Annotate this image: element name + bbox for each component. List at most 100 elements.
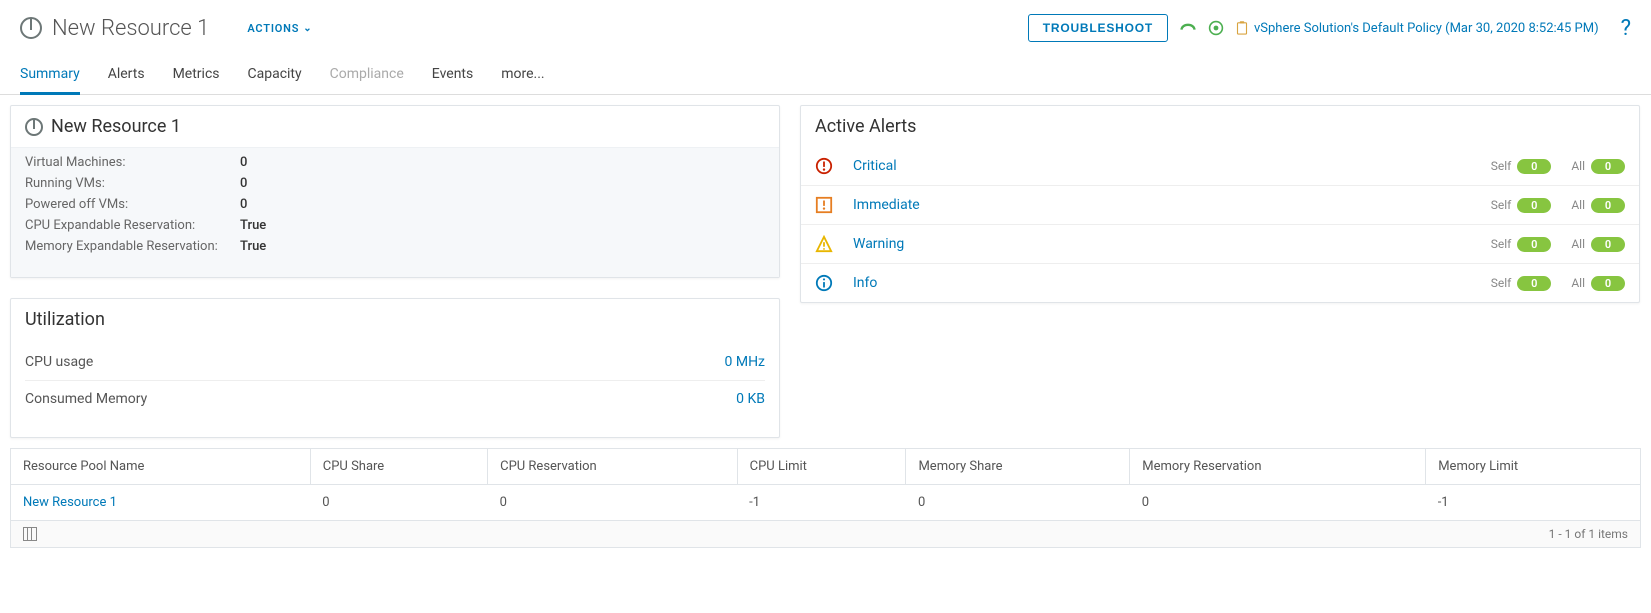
all-label: All bbox=[1571, 237, 1585, 251]
all-label: All bbox=[1571, 276, 1585, 290]
prop-label: Virtual Machines: bbox=[25, 155, 240, 170]
col-resource-pool-name[interactable]: Resource Pool Name bbox=[11, 449, 310, 485]
info-icon bbox=[815, 274, 833, 292]
prop-value: 0 bbox=[240, 155, 247, 170]
self-label: Self bbox=[1491, 237, 1512, 251]
policy-text: vSphere Solution's Default Policy (Mar 3… bbox=[1254, 21, 1599, 36]
chevron-down-icon: ⌄ bbox=[303, 23, 312, 34]
alert-all-group: All 0 bbox=[1571, 237, 1625, 252]
cell-resource-name-link[interactable]: New Resource 1 bbox=[11, 485, 310, 521]
prop-label: CPU Expandable Reservation: bbox=[25, 218, 240, 233]
tab-capacity[interactable]: Capacity bbox=[248, 58, 302, 95]
status-ok-icon bbox=[1208, 20, 1224, 36]
self-label: Self bbox=[1491, 276, 1512, 290]
col-memory-share[interactable]: Memory Share bbox=[906, 449, 1130, 485]
cell-cpu-limit: -1 bbox=[737, 485, 906, 521]
utilization-row: CPU usage 0 MHz bbox=[25, 344, 765, 381]
resource-pool-icon bbox=[25, 118, 43, 136]
page-header: New Resource 1 ACTIONS ⌄ TROUBLESHOOT vS… bbox=[0, 0, 1651, 50]
all-label: All bbox=[1571, 159, 1585, 173]
actions-dropdown[interactable]: ACTIONS ⌄ bbox=[247, 22, 312, 35]
help-icon[interactable]: ? bbox=[1621, 16, 1631, 41]
tab-metrics[interactable]: Metrics bbox=[173, 58, 220, 95]
self-count-badge: 0 bbox=[1517, 276, 1551, 291]
alert-info-link[interactable]: Info bbox=[853, 275, 1471, 291]
tab-events[interactable]: Events bbox=[432, 58, 473, 95]
alert-warning-link[interactable]: Warning bbox=[853, 236, 1471, 252]
active-alerts-body: Critical Self 0 All 0 Immediate Self 0 All 0… bbox=[801, 147, 1639, 302]
prop-row: Memory Expandable Reservation:True bbox=[25, 236, 765, 257]
left-column: New Resource 1 Virtual Machines:0 Runnin… bbox=[10, 105, 780, 438]
alert-immediate-link[interactable]: Immediate bbox=[853, 197, 1471, 213]
prop-value: True bbox=[240, 239, 266, 254]
active-alerts-title: Active Alerts bbox=[801, 106, 1639, 147]
prop-row: Running VMs:0 bbox=[25, 173, 765, 194]
alert-all-group: All 0 bbox=[1571, 159, 1625, 174]
all-count-badge: 0 bbox=[1591, 159, 1625, 174]
col-memory-limit[interactable]: Memory Limit bbox=[1426, 449, 1640, 485]
summary-card: New Resource 1 Virtual Machines:0 Runnin… bbox=[10, 105, 780, 278]
critical-icon bbox=[815, 157, 833, 175]
prop-row: CPU Expandable Reservation:True bbox=[25, 215, 765, 236]
header-right: TROUBLESHOOT vSphere Solution's Default … bbox=[1028, 14, 1631, 42]
tab-more[interactable]: more... bbox=[501, 58, 544, 95]
prop-label: Memory Expandable Reservation: bbox=[25, 239, 240, 254]
column-picker-icon[interactable] bbox=[23, 527, 37, 541]
alert-self-group: Self 0 bbox=[1491, 198, 1552, 213]
col-cpu-limit[interactable]: CPU Limit bbox=[737, 449, 906, 485]
prop-value: 0 bbox=[240, 176, 247, 191]
alert-row-immediate: Immediate Self0 All0 bbox=[801, 185, 1639, 224]
tab-summary[interactable]: Summary bbox=[20, 58, 80, 95]
tab-compliance: Compliance bbox=[330, 58, 404, 95]
active-alerts-card: Active Alerts Critical Self 0 All 0 Immedi… bbox=[800, 105, 1640, 303]
all-count-badge: 0 bbox=[1591, 198, 1625, 213]
prop-value: 0 bbox=[240, 197, 247, 212]
actions-label: ACTIONS bbox=[247, 22, 299, 35]
prop-label: Running VMs: bbox=[25, 176, 240, 191]
table-row[interactable]: New Resource 1 0 0 -1 0 0 -1 bbox=[11, 485, 1640, 521]
cell-cpu-share: 0 bbox=[310, 485, 487, 521]
cell-mem-share: 0 bbox=[906, 485, 1130, 521]
pagination-text: 1 - 1 of 1 items bbox=[1549, 527, 1628, 541]
self-count-badge: 0 bbox=[1517, 237, 1551, 252]
tab-alerts[interactable]: Alerts bbox=[108, 58, 145, 95]
util-label: CPU usage bbox=[25, 354, 93, 370]
alert-self-group: Self 0 bbox=[1491, 159, 1552, 174]
col-cpu-share[interactable]: CPU Share bbox=[310, 449, 487, 485]
utilization-card-title: Utilization bbox=[11, 299, 779, 340]
summary-card-body: Virtual Machines:0 Running VMs:0 Powered… bbox=[11, 147, 779, 277]
policy-link[interactable]: vSphere Solution's Default Policy (Mar 3… bbox=[1236, 20, 1599, 36]
header-left: New Resource 1 ACTIONS ⌄ bbox=[20, 16, 1028, 41]
prop-label: Powered off VMs: bbox=[25, 197, 240, 212]
cell-mem-res: 0 bbox=[1130, 485, 1426, 521]
summary-card-header: New Resource 1 bbox=[11, 106, 779, 147]
utilization-row: Consumed Memory 0 KB bbox=[25, 381, 765, 417]
self-count-badge: 0 bbox=[1517, 159, 1551, 174]
alert-self-group: Self 0 bbox=[1491, 276, 1552, 291]
resource-pool-icon bbox=[20, 17, 42, 39]
col-memory-reservation[interactable]: Memory Reservation bbox=[1130, 449, 1426, 485]
page-title: New Resource 1 bbox=[52, 16, 209, 41]
self-label: Self bbox=[1491, 159, 1512, 173]
alert-critical-link[interactable]: Critical bbox=[853, 158, 1471, 174]
self-count-badge: 0 bbox=[1517, 198, 1551, 213]
immediate-icon bbox=[815, 196, 833, 214]
alert-row-warning: Warning Self 0 All 0 bbox=[801, 224, 1639, 263]
alert-self-group: Self 0 bbox=[1491, 237, 1552, 252]
all-count-badge: 0 bbox=[1591, 276, 1625, 291]
cell-mem-limit: -1 bbox=[1426, 485, 1640, 521]
table-footer: 1 - 1 of 1 items bbox=[11, 520, 1640, 547]
warning-icon bbox=[815, 235, 833, 253]
alert-row-critical: Critical Self 0 All 0 bbox=[801, 147, 1639, 185]
prop-row: Powered off VMs:0 bbox=[25, 194, 765, 215]
alert-all-group: All 0 bbox=[1571, 276, 1625, 291]
util-value-link[interactable]: 0 KB bbox=[736, 391, 765, 407]
prop-row: Virtual Machines:0 bbox=[25, 152, 765, 173]
resource-pool-table: Resource Pool Name CPU Share CPU Reserva… bbox=[10, 448, 1641, 548]
col-cpu-reservation[interactable]: CPU Reservation bbox=[488, 449, 738, 485]
util-value-link[interactable]: 0 MHz bbox=[725, 354, 766, 370]
self-label: Self bbox=[1491, 198, 1512, 212]
prop-value: True bbox=[240, 218, 266, 233]
troubleshoot-button[interactable]: TROUBLESHOOT bbox=[1028, 14, 1168, 42]
all-count-badge: 0 bbox=[1591, 237, 1625, 252]
